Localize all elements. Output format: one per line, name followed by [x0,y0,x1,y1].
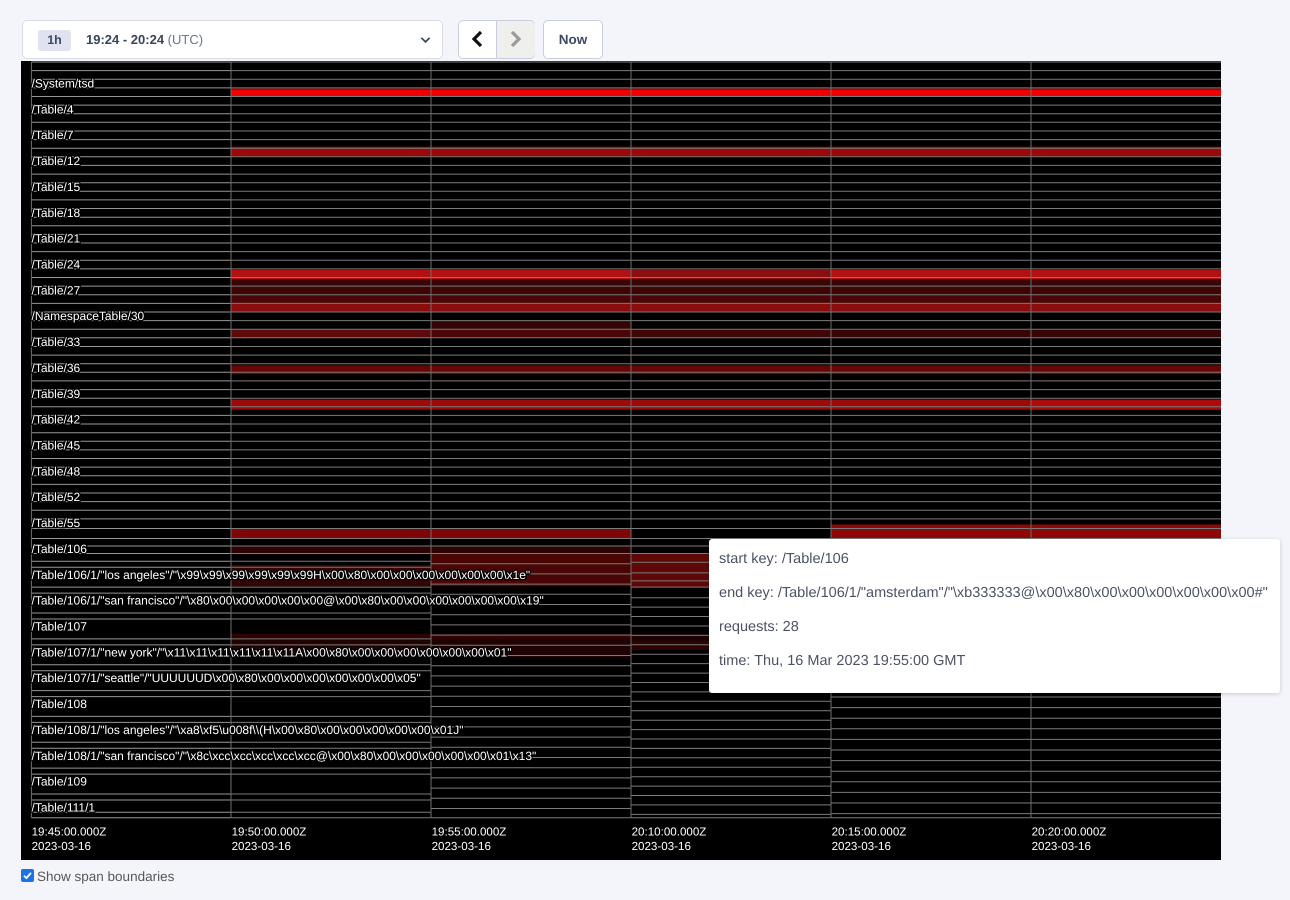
svg-text:2023-03-16: 2023-03-16 [232,840,291,853]
svg-text:/System/tsd: /System/tsd [32,77,95,91]
svg-text:/Table/107: /Table/107 [32,620,88,634]
svg-text:/Table/27: /Table/27 [32,283,81,297]
svg-text:/Table/107/1/"new york"/"\x11\: /Table/107/1/"new york"/"\x11\x11\x11\x1… [32,645,512,659]
svg-text:19:55:00.000Z: 19:55:00.000Z [432,825,507,838]
svg-text:19:45:00.000Z: 19:45:00.000Z [32,825,107,838]
svg-text:/Table/42: /Table/42 [32,413,81,427]
svg-text:19:50:00.000Z: 19:50:00.000Z [232,825,307,838]
svg-text:/Table/21: /Table/21 [32,232,81,246]
svg-text:/Table/106: /Table/106 [32,542,88,556]
svg-text:/Table/33: /Table/33 [32,335,81,349]
svg-text:/Table/36: /Table/36 [32,361,81,375]
svg-text:20:10:00.000Z: 20:10:00.000Z [632,825,707,838]
svg-text:/Table/111/1: /Table/111/1 [32,801,96,815]
svg-text:/Table/24: /Table/24 [32,258,81,272]
svg-text:/Table/107/1/"seattle"/"UUUUUU: /Table/107/1/"seattle"/"UUUUUUD\x00\x80\… [32,671,421,685]
svg-text:/Table/7: /Table/7 [32,128,74,142]
svg-text:/Table/52: /Table/52 [32,490,81,504]
svg-text:2023-03-16: 2023-03-16 [32,840,91,853]
svg-text:2023-03-16: 2023-03-16 [1032,840,1091,853]
svg-text:/Table/108/1/"san francisco"/": /Table/108/1/"san francisco"/"\x8c\xcc\x… [32,749,537,763]
svg-text:/Table/4: /Table/4 [32,102,74,116]
svg-text:/Table/48: /Table/48 [32,464,81,478]
svg-text:/Table/39: /Table/39 [32,387,81,401]
svg-text:/Table/55: /Table/55 [32,516,81,530]
svg-text:20:15:00.000Z: 20:15:00.000Z [832,825,907,838]
svg-text:/Table/15: /Table/15 [32,180,81,194]
svg-text:/Table/109: /Table/109 [32,775,88,789]
svg-text:/NamespaceTable/30: /NamespaceTable/30 [32,309,145,323]
svg-text:/Table/12: /Table/12 [32,154,81,168]
svg-text:/Table/45: /Table/45 [32,439,81,453]
svg-text:/Table/108: /Table/108 [32,697,88,711]
svg-text:20:20:00.000Z: 20:20:00.000Z [1032,825,1107,838]
svg-text:/Table/106/1/"san francisco"/": /Table/106/1/"san francisco"/"\x80\x00\x… [32,594,544,608]
svg-text:/Table/106/1/"los angeles"/"\x: /Table/106/1/"los angeles"/"\x99\x99\x99… [32,568,531,582]
svg-text:/Table/108/1/"los angeles"/"\x: /Table/108/1/"los angeles"/"\xa8\xf5\u00… [32,723,464,737]
svg-text:/Table/18: /Table/18 [32,206,81,220]
svg-text:2023-03-16: 2023-03-16 [432,840,491,853]
svg-text:2023-03-16: 2023-03-16 [832,840,891,853]
svg-text:2023-03-16: 2023-03-16 [632,840,691,853]
